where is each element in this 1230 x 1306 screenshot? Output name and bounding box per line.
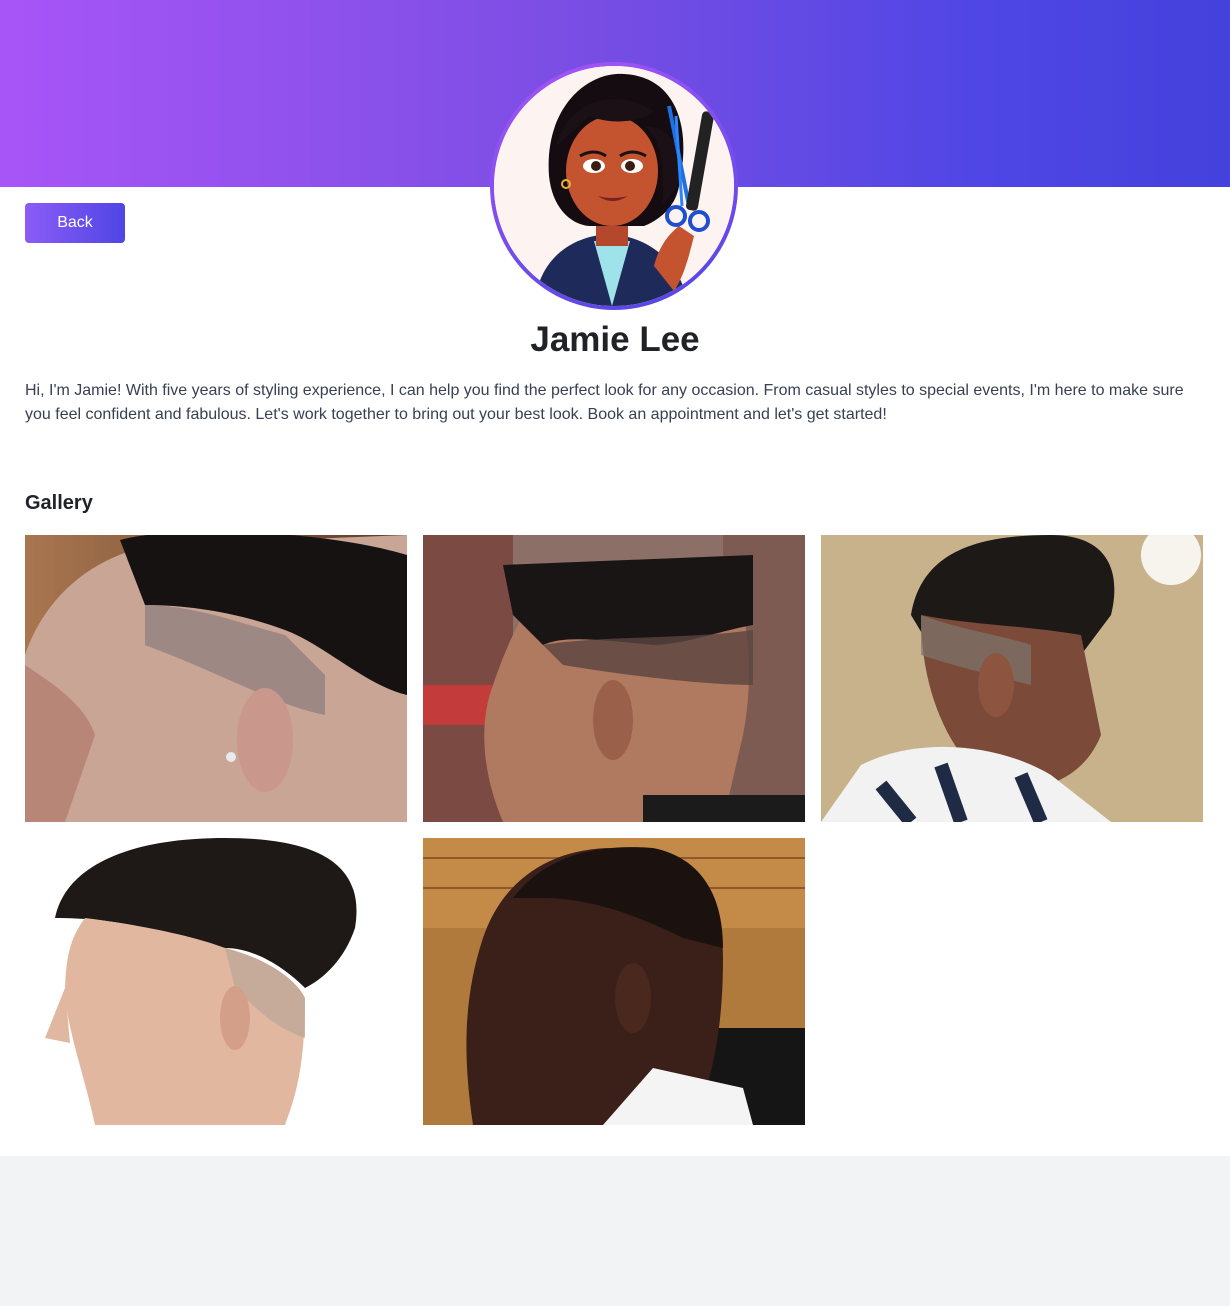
stylist-bio: Hi, I'm Jamie! With five years of stylin… bbox=[25, 382, 1184, 423]
profile-card: Back Jamie Lee Hi, I'm Jamie! With five … bbox=[0, 0, 1230, 1156]
gallery-image[interactable] bbox=[423, 838, 805, 1125]
haircut-photo-2 bbox=[423, 535, 805, 822]
haircut-photo-1 bbox=[25, 535, 407, 822]
gallery-heading: Gallery bbox=[25, 492, 93, 514]
stylist-name: Jamie Lee bbox=[530, 320, 700, 359]
back-button[interactable]: Back bbox=[25, 203, 125, 243]
avatar-ring bbox=[490, 62, 738, 310]
stylist-avatar-illustration bbox=[494, 66, 734, 306]
gallery-image[interactable] bbox=[423, 535, 805, 822]
haircut-photo-5 bbox=[423, 838, 805, 1125]
gallery-image[interactable] bbox=[25, 838, 407, 1125]
gallery-image[interactable] bbox=[821, 535, 1203, 822]
gallery-image[interactable] bbox=[25, 535, 407, 822]
haircut-photo-3 bbox=[821, 535, 1203, 822]
avatar bbox=[494, 66, 734, 306]
haircut-photo-4 bbox=[25, 838, 407, 1125]
